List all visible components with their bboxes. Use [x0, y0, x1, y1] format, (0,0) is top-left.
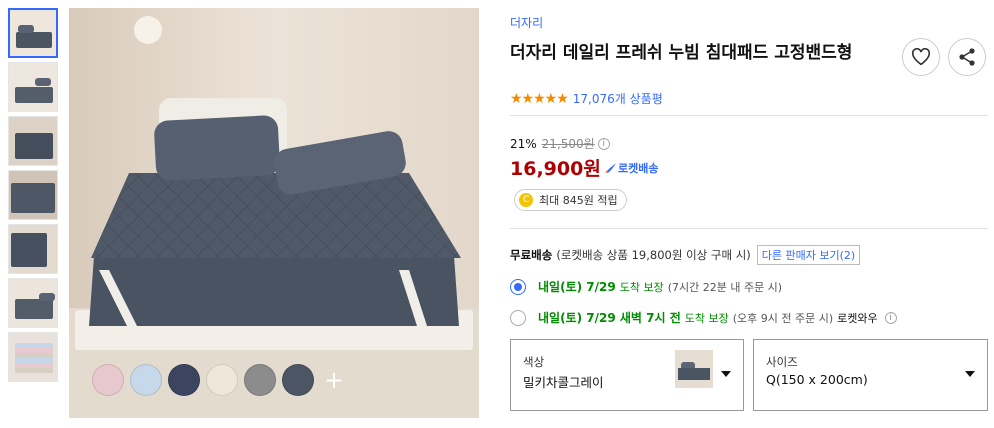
rocket-label: 로켓배송 [618, 162, 659, 175]
rocket-icon [605, 163, 616, 173]
more-swatches-icon[interactable]: + [324, 368, 344, 392]
delivery-day-2: 내일(토) 7/29 새벽 7시 전 [538, 311, 681, 325]
delivery-day-1: 내일(토) 7/29 [538, 280, 616, 294]
delivery-detail-2: 도착 보장 [684, 311, 729, 325]
divider [510, 115, 988, 116]
thumbnail-2[interactable] [8, 62, 58, 112]
info-icon[interactable]: i [884, 311, 897, 324]
main-product-image: + [69, 8, 479, 418]
size-select-value: Q(150 x 200cm) [766, 372, 868, 387]
reward-badge: C 최대 845원 적립 [514, 189, 627, 211]
thumbnail-4[interactable] [8, 170, 58, 220]
share-button[interactable] [948, 38, 986, 76]
thumbnail-3[interactable] [8, 116, 58, 166]
heart-icon [911, 48, 931, 66]
color-select[interactable]: 색상 밀키차콜그레이 [510, 339, 744, 411]
size-select[interactable]: 사이즈 Q(150 x 200cm) [753, 339, 988, 411]
discount-rate: 21% [510, 136, 537, 151]
color-select-label: 색상 [523, 355, 545, 369]
delivery-note-1: (7시간 22분 내 주문 시) [667, 280, 783, 294]
reward-text: 최대 845원 적립 [539, 194, 618, 207]
color-swatch-4[interactable] [206, 364, 238, 396]
product-title: 더자리 데일리 프레쉬 누빔 침대패드 고정밴드형 [510, 43, 853, 63]
original-price: 21,500원 [541, 137, 595, 151]
rocket-wow-label: 로켓와우 [837, 311, 878, 325]
color-swatch-3[interactable] [168, 364, 200, 396]
other-sellers-button[interactable]: 다른 판매자 보기(2) [756, 245, 861, 265]
rating-row: ★★★★★ 17,076개 상품평 [510, 90, 663, 107]
shipping-condition: (로켓배송 상품 19,800원 이상 구매 시) [556, 248, 751, 262]
delivery-radio-2[interactable] [510, 309, 526, 326]
delivery-radio-1[interactable] [510, 278, 526, 295]
discount-row: 21% 21,500원 i [510, 135, 610, 152]
wishlist-button[interactable] [902, 38, 940, 76]
divider [510, 228, 988, 229]
product-info: 더자리 더자리 데일리 프레쉬 누빔 침대패드 고정밴드형 ★★★★★ 17,0… [510, 14, 990, 411]
color-swatch-6[interactable] [282, 364, 314, 396]
info-icon[interactable]: i [597, 137, 610, 150]
rocket-badge: 로켓배송 [604, 160, 658, 176]
thumbnail-list [8, 8, 60, 386]
thumbnail-6[interactable] [8, 278, 58, 328]
chevron-down-icon [965, 371, 975, 377]
shipping-label: 무료배송 [510, 248, 553, 262]
color-swatch-1[interactable] [92, 364, 124, 396]
shipping-row: 무료배송 (로켓배송 상품 19,800원 이상 구매 시) 다른 판매자 보기… [510, 245, 861, 265]
color-swatches: + [92, 364, 344, 396]
review-count-link[interactable]: 17,076개 상품평 [573, 90, 663, 107]
color-swatch-5[interactable] [244, 364, 276, 396]
rating-stars: ★★★★★ [510, 90, 569, 107]
delivery-option-2[interactable]: 내일(토) 7/29 새벽 7시 전 도착 보장 (오후 9시 전 주문 시) … [510, 309, 897, 326]
size-select-label: 사이즈 [766, 355, 798, 369]
share-icon [959, 48, 975, 66]
color-thumbnail [675, 350, 713, 388]
brand-link[interactable]: 더자리 [510, 14, 990, 31]
delivery-detail-1: 도착 보장 [619, 280, 664, 294]
delivery-note-2: (오후 9시 전 주문 시) [732, 311, 834, 325]
color-swatch-2[interactable] [130, 364, 162, 396]
coin-icon: C [519, 193, 533, 207]
delivery-option-1[interactable]: 내일(토) 7/29 도착 보장 (7시간 22분 내 주문 시) [510, 278, 786, 295]
color-select-value: 밀키차콜그레이 [523, 375, 604, 390]
thumbnail-1[interactable] [8, 8, 58, 58]
thumbnail-7[interactable] [8, 332, 58, 382]
bed-illustration [69, 8, 479, 418]
sale-price: 16,900원 [510, 158, 601, 180]
thumbnail-5[interactable] [8, 224, 58, 274]
chevron-down-icon [721, 371, 731, 377]
